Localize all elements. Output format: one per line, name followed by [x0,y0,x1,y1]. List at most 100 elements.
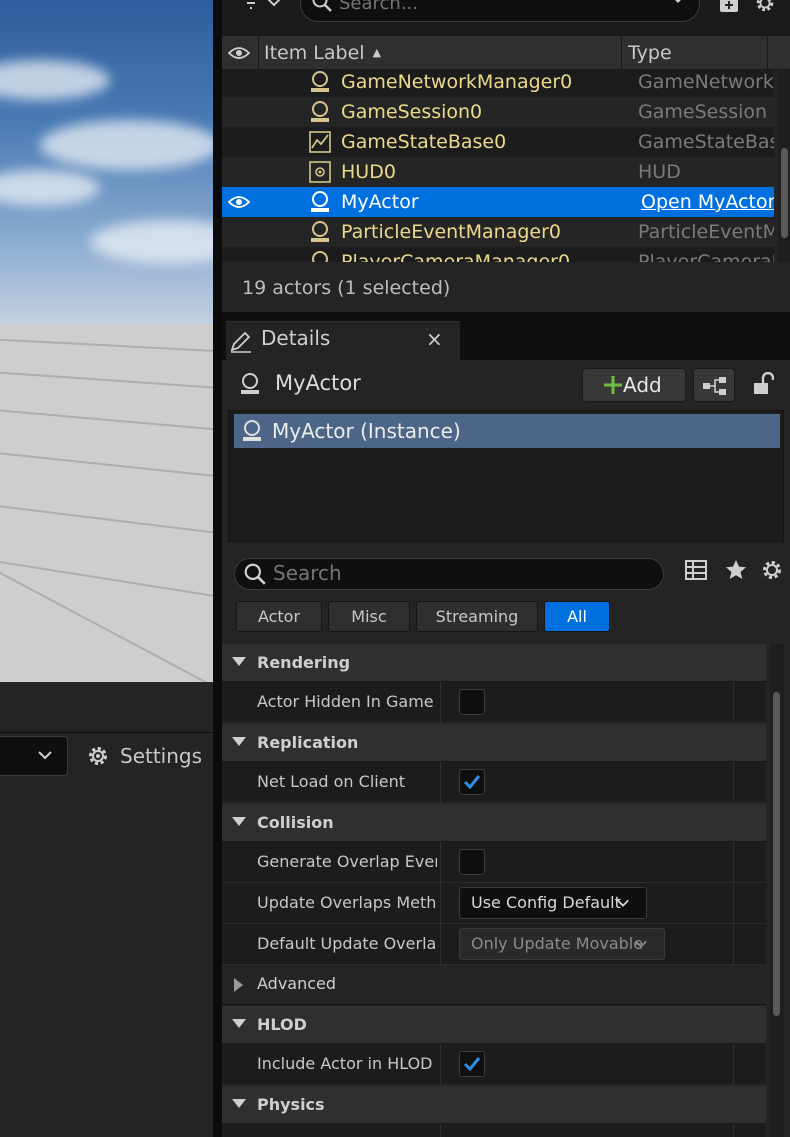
expand-arrow-icon [232,657,246,666]
category-label: Rendering [257,653,351,672]
net-load-checkbox[interactable] [459,769,485,795]
blueprint-hierarchy-icon [703,377,726,395]
actor-name[interactable]: MyActor [275,371,361,395]
floor-plane [0,325,213,682]
panel-splitter[interactable] [213,0,222,1137]
property-list: Rendering Actor Hidden In Game Replicati… [222,644,766,1137]
property-label: Default Update Overlap... [257,934,437,953]
actor-icon [308,190,332,214]
scrollbar-thumb[interactable] [781,148,788,238]
sky-cloud [40,120,213,170]
plus-icon [604,376,622,394]
component-row-selected[interactable]: MyActor (Instance) [234,414,780,448]
property-label: Actor Hidden In Game [257,692,434,711]
property-row: Actor Hidden In Game [222,682,766,723]
column-item-label[interactable]: Item Label ▲ [258,36,622,70]
checkmark-icon [463,1057,481,1072]
category-advanced[interactable]: Advanced [222,965,766,1005]
gear-icon[interactable] [754,0,776,14]
open-actor-link[interactable]: Open MyActor [641,187,774,217]
generate-overlap-checkbox[interactable] [459,849,485,875]
unlock-icon[interactable] [752,372,774,396]
filter-tab-all[interactable]: All [544,601,610,632]
sky-cloud [90,220,213,264]
outliner-row[interactable]: ParticleEventManager0 ParticleEventManag… [222,217,774,247]
viewport-toolbar [0,682,213,732]
game-state-icon [308,130,332,154]
outliner-row-label: MyActor [341,191,419,213]
outliner-row[interactable]: PlayerCameraManager0 PlayerCameraManager [222,247,774,262]
edit-pencil-icon [230,331,251,353]
outliner-filter-button[interactable] [242,0,282,12]
outliner-toolbar [222,0,790,36]
property-label: Update Overlaps Metho... [257,893,437,912]
details-body: MyActor Add MyActor (Instance) Search Ac… [222,360,790,1137]
category-physics[interactable]: Physics [222,1086,766,1124]
view-mode-dropdown[interactable] [0,736,68,776]
outliner-row-type: GameSession [638,101,768,123]
eye-icon[interactable] [228,193,250,211]
actor-name-row: MyActor Add [222,360,790,410]
property-row [222,1124,766,1137]
category-hlod[interactable]: HLOD [222,1006,766,1044]
details-tab-title: Details [261,326,331,350]
category-label: Advanced [257,974,337,993]
star-icon[interactable] [724,558,748,582]
actor-hidden-checkbox[interactable] [459,689,485,715]
filter-tab-misc[interactable]: Misc [328,601,410,632]
outliner-row[interactable]: GameNetworkManager0 GameNetworkManager [222,70,774,97]
component-label: MyActor (Instance) [272,419,461,443]
level-viewport[interactable] [0,0,213,682]
chevron-down-icon [38,751,52,760]
details-search[interactable] [234,558,664,590]
components-tree: MyActor (Instance) [228,410,784,542]
actor-icon [243,420,261,441]
include-in-hlod-checkbox[interactable] [459,1051,485,1077]
filter-tab-streaming[interactable]: Streaming [416,601,538,632]
outliner-row-label: GameStateBase0 [341,131,507,153]
category-label: Collision [257,813,334,832]
close-icon[interactable]: × [426,327,443,351]
eye-icon[interactable] [228,44,250,62]
details-search-input[interactable] [273,561,653,585]
outliner-search[interactable] [300,0,700,22]
gear-icon[interactable] [760,558,784,582]
checkmark-icon [463,775,481,790]
outliner-row-label: PlayerCameraManager0 [341,251,571,262]
viewport-settings-button[interactable]: Settings [86,740,202,772]
scrollbar-thumb[interactable] [773,692,780,1016]
outliner-row-type: GameStateBase [638,131,774,153]
add-actor-icon[interactable] [718,0,740,14]
blueprint-button[interactable] [693,368,735,402]
column-type[interactable]: Type [622,36,768,70]
update-overlaps-method-combo[interactable]: Use Config Default [459,887,647,919]
details-tab-bar: Details × [222,312,790,360]
outliner-search-input[interactable] [339,0,659,14]
category-collision[interactable]: Collision [222,804,766,842]
chevron-down-icon [617,899,629,907]
property-label: Generate Overlap Event... [257,852,437,871]
property-row: Include Actor in HLOD [222,1044,766,1085]
outliner-row[interactable]: GameStateBase0 GameStateBase [222,127,774,157]
outliner-row-label: ParticleEventManager0 [341,221,562,243]
chevron-down-icon[interactable] [669,0,687,7]
outliner-row[interactable]: GameSession0 GameSession [222,97,774,127]
outliner-row[interactable]: HUD0 HUD [222,157,774,187]
details-panel: Details × MyActor Add MyActor (Instance) [222,312,790,1137]
sort-ascending-icon: ▲ [372,46,382,59]
filter-tab-actor[interactable]: Actor [236,601,322,632]
property-row: Default Update Overlap... Only Update Mo… [222,924,766,965]
category-rendering[interactable]: Rendering [222,644,766,682]
outliner-row-label: GameSession0 [341,101,483,123]
actor-icon [308,100,332,124]
details-tab[interactable]: Details × [226,321,460,360]
outliner-row-type: PlayerCameraManager [638,251,774,262]
filter-icon [247,2,255,9]
details-scrollbar[interactable] [770,644,784,1137]
add-component-button[interactable]: Add [582,368,686,402]
outliner-row-selected[interactable]: MyActor Open MyActor [222,187,774,217]
table-view-icon[interactable] [684,558,708,582]
category-replication[interactable]: Replication [222,724,766,762]
outliner-scrollbar[interactable] [778,70,790,262]
sky-cloud [0,170,100,206]
